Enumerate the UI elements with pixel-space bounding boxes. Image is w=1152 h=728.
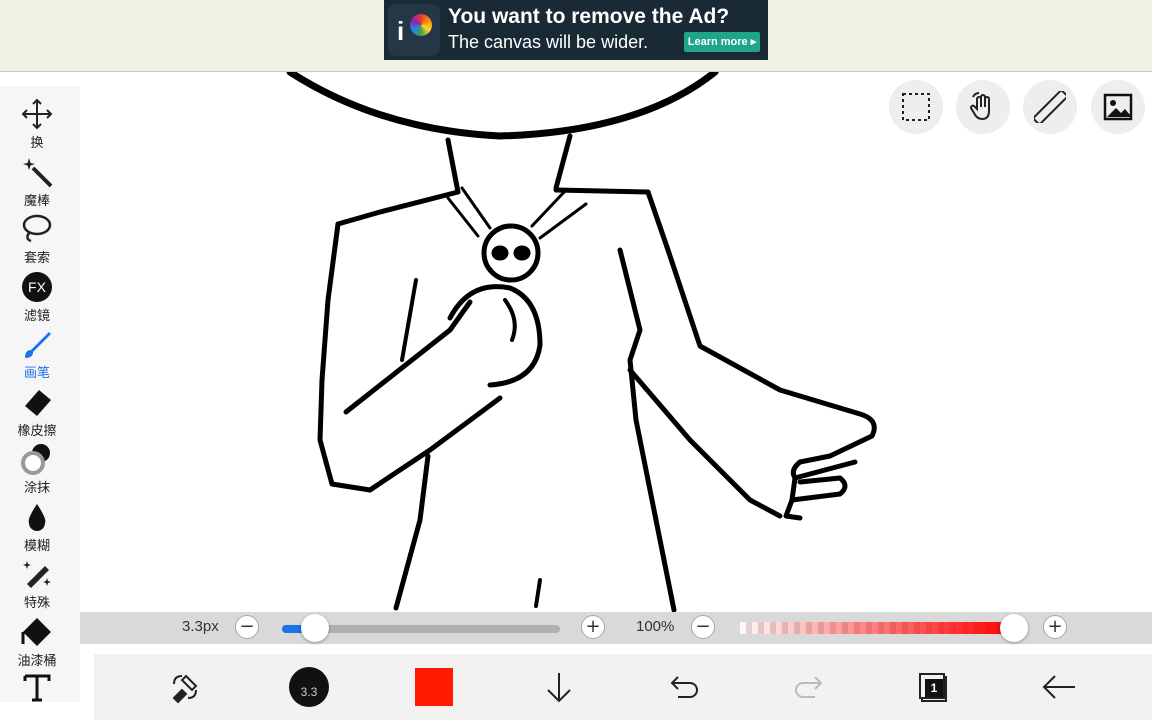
- opacity-thumb[interactable]: [1000, 614, 1028, 642]
- layers-button[interactable]: 1: [909, 662, 959, 712]
- blur-drop-icon: [21, 501, 53, 533]
- brush-slider-bar: 3.3px − + 100% − +: [80, 612, 1152, 644]
- brush-size-value: 3.3: [300, 685, 318, 699]
- arrow-down-icon: [547, 673, 571, 703]
- opacity-slider[interactable]: [734, 622, 1014, 634]
- opacity-decrease-button[interactable]: −: [691, 615, 715, 639]
- brush-icon: [21, 328, 53, 360]
- color-button[interactable]: [409, 662, 459, 712]
- drawing-canvas[interactable]: [0, 72, 1152, 612]
- tool-label: 特殊: [23, 596, 50, 611]
- tool-fill[interactable]: 油漆桶: [0, 616, 74, 672]
- hand-gesture-icon: [970, 92, 990, 121]
- redo-icon: [795, 676, 823, 698]
- move-arrows-icon: [21, 98, 53, 130]
- eraser-icon: [21, 386, 53, 418]
- line-art-drawing: [286, 72, 877, 612]
- tool-label: 滤镜: [23, 309, 50, 324]
- paint-bucket-icon: [21, 616, 53, 648]
- learn-more-button[interactable]: Learn more ▸: [684, 32, 760, 52]
- arrow-left-icon: [1042, 675, 1075, 699]
- image-icon: [1103, 93, 1133, 121]
- tool-label: 橡皮擦: [17, 424, 57, 439]
- tool-label: 模糊: [23, 539, 50, 554]
- redo-button[interactable]: [784, 662, 834, 712]
- ad-banner: i You want to remove the Ad? The canvas …: [0, 0, 1152, 72]
- bottom-toolbar: 3.3 1: [94, 654, 1152, 720]
- brush-size-button[interactable]: 3.3: [284, 662, 334, 712]
- magic-wand-icon: [21, 156, 53, 188]
- ad-title: You want to remove the Ad?: [448, 5, 730, 28]
- brush-preview: 3.3: [289, 667, 329, 707]
- size-decrease-button[interactable]: −: [235, 615, 259, 639]
- smudge-icon: [21, 443, 53, 475]
- download-button[interactable]: [534, 662, 584, 712]
- tool-filter[interactable]: FX 滤镜: [0, 271, 74, 327]
- selection-button[interactable]: [889, 80, 943, 134]
- brush-size-label: 3.3px: [182, 618, 219, 635]
- ruler-icon: [1034, 91, 1066, 123]
- tool-label: 套索: [23, 251, 50, 266]
- undo-button[interactable]: [659, 662, 709, 712]
- tool-smudge[interactable]: 涂抹: [0, 443, 74, 499]
- tool-label: 油漆桶: [17, 654, 57, 669]
- tool-label: 画笔: [23, 366, 50, 381]
- svg-text:FX: FX: [28, 279, 47, 295]
- ad-box[interactable]: i You want to remove the Ad? The canvas …: [384, 0, 768, 60]
- text-icon: [21, 672, 53, 704]
- tool-magic-wand[interactable]: 魔棒: [0, 156, 74, 212]
- ad-subtitle: The canvas will be wider.: [448, 32, 649, 52]
- opacity-label: 100%: [636, 618, 675, 635]
- ibispaint-logo: i: [388, 4, 440, 56]
- ruler-button[interactable]: [1023, 80, 1077, 134]
- layer-count: 1: [925, 679, 943, 697]
- undo-icon: [670, 676, 698, 698]
- tool-blur[interactable]: 模糊: [0, 501, 74, 557]
- hand-gesture-button[interactable]: [956, 80, 1010, 134]
- tool-label: 魔棒: [23, 194, 50, 209]
- tool-special[interactable]: 特殊: [0, 558, 74, 614]
- back-button[interactable]: [1034, 662, 1084, 712]
- brush-size-thumb[interactable]: [301, 614, 330, 642]
- fx-icon: FX: [21, 271, 53, 303]
- layers-icon: 1: [917, 670, 951, 704]
- color-swatch: [415, 668, 453, 706]
- opacity-increase-button[interactable]: +: [1043, 615, 1067, 639]
- tool-label: 涂抹: [23, 481, 50, 496]
- size-increase-button[interactable]: +: [581, 615, 605, 639]
- sparkle-pen-icon: [21, 558, 53, 590]
- lasso-icon: [21, 213, 53, 245]
- selection-icon: [902, 93, 930, 121]
- tool-brush[interactable]: 画笔: [0, 328, 74, 384]
- reference-image-button[interactable]: [1091, 80, 1145, 134]
- tool-label: 换: [30, 136, 44, 151]
- tool-eraser[interactable]: 橡皮擦: [0, 386, 74, 442]
- tool-switch-button[interactable]: [160, 662, 210, 712]
- tool-lasso[interactable]: 套索: [0, 213, 74, 269]
- swap-tool-icon: [172, 674, 198, 704]
- tool-transform[interactable]: 换: [0, 98, 74, 154]
